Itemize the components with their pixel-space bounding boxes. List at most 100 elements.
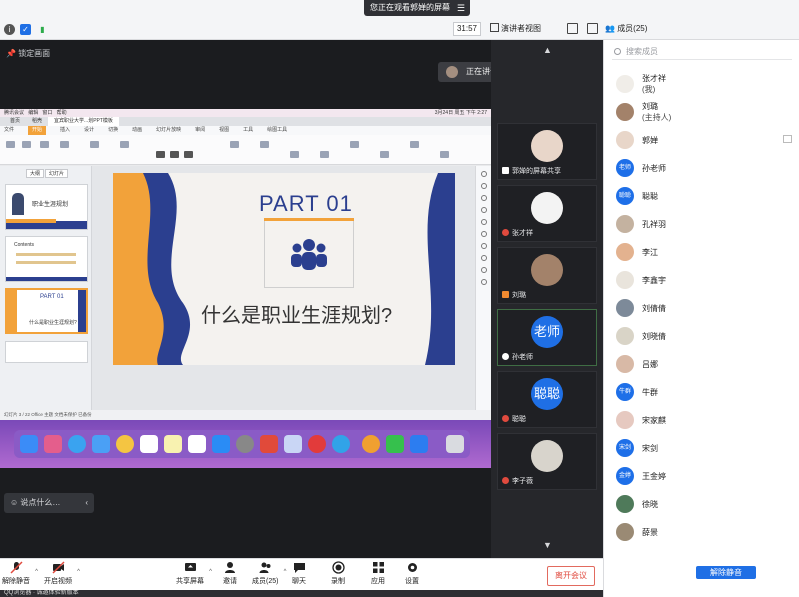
wps-status-bar: 幻灯片 3 / 22 Office 主题 文档未保护 已备份 <box>0 410 491 420</box>
avatar <box>531 130 563 162</box>
mac-menu-1: 编辑 <box>28 110 39 116</box>
member-row[interactable]: 宋剑 宋剑 <box>604 434 799 462</box>
member-name: 宋家麒 <box>642 416 666 425</box>
slide-thumb-1[interactable]: 职业生涯规划 <box>5 184 88 230</box>
lock-label: 锁定画面 <box>18 49 51 58</box>
video-tile[interactable]: 刘璐 <box>497 247 597 304</box>
emoji-icon[interactable]: ☺ <box>10 498 20 507</box>
members-button[interactable]: 成员(25) ^ <box>252 561 286 586</box>
scroll-up-icon[interactable]: ▲ <box>543 45 552 55</box>
shield-icon[interactable]: ✓ <box>20 24 31 35</box>
slide-thumb-3[interactable]: PART 01 什么是职业生涯规划? <box>5 288 88 334</box>
member-search-input[interactable]: 搜索成员 <box>612 44 792 60</box>
ribbon-tab-active: 开始 <box>28 126 47 135</box>
video-strip: ▲ 郭婵的屏幕共享 张才祥 刘璐 老师 孙老师 聪聪 聪聪 李子薇 ▼ <box>491 40 603 558</box>
tab-outline[interactable]: 大纲 <box>26 169 45 178</box>
chevron-up-icon[interactable]: ^ <box>284 569 287 575</box>
member-avatar: 老师 <box>616 159 634 177</box>
slide-thumb-4[interactable] <box>5 341 88 363</box>
member-name: 张才祥 <box>642 74 666 83</box>
video-tile[interactable]: 郭婵的屏幕共享 <box>497 123 597 180</box>
unmute-button[interactable]: 解除静音 <box>696 566 756 579</box>
leave-meeting-button[interactable]: 离开会议 <box>547 566 595 586</box>
tile-name: 郭婵的屏幕共享 <box>502 166 561 176</box>
info-icon[interactable]: i <box>4 24 15 35</box>
mail-icon[interactable] <box>92 435 110 453</box>
member-name: 徐晓 <box>642 500 658 509</box>
member-row[interactable]: 刘璐 (主持人) <box>604 98 799 126</box>
tab-slides[interactable]: 幻灯片 <box>45 169 69 178</box>
sidebar-toggle-icon[interactable] <box>587 23 598 34</box>
chat-placeholder: 说点什么… <box>20 498 61 507</box>
wps-icon[interactable] <box>260 435 278 453</box>
finder-icon[interactable] <box>20 435 38 453</box>
netease-music-icon[interactable] <box>308 435 326 453</box>
chevron-up-icon[interactable]: ^ <box>77 569 80 575</box>
safari-icon[interactable] <box>68 435 86 453</box>
notes-icon[interactable] <box>164 435 182 453</box>
start-video-button[interactable]: 开启视频 ^ <box>44 561 80 586</box>
member-name: 聪聪 <box>642 192 658 201</box>
video-tile[interactable]: 聪聪 聪聪 <box>497 371 597 428</box>
share-screen-button[interactable]: 共享屏幕 ^ <box>176 561 212 586</box>
chrome-icon[interactable] <box>362 435 380 453</box>
lock-screen-button[interactable]: 📌 锁定画面 <box>6 48 50 59</box>
photos-icon[interactable] <box>116 435 134 453</box>
member-row[interactable]: 李鑫宇 <box>604 266 799 294</box>
member-row[interactable]: 李江 <box>604 238 799 266</box>
apps-button[interactable]: 应用 <box>371 561 385 586</box>
member-row[interactable]: 徐晓 <box>604 490 799 518</box>
view-mode-label: 演讲者视图 <box>501 24 541 33</box>
chevron-up-icon[interactable]: ^ <box>35 569 38 575</box>
launchpad-icon[interactable] <box>44 435 62 453</box>
unmute-mic-button[interactable]: 解除静音 ^ <box>2 561 38 586</box>
qq-icon[interactable] <box>284 435 302 453</box>
member-row[interactable]: 刘倩倩 <box>604 294 799 322</box>
scroll-down-icon[interactable]: ▼ <box>543 540 552 550</box>
speaker-view-button[interactable]: 演讲者视图 <box>490 22 541 36</box>
wechat-icon[interactable] <box>386 435 404 453</box>
tile-name: 刘璐 <box>502 290 526 300</box>
member-row[interactable]: 薛景 <box>604 518 799 546</box>
settings-button[interactable]: 设置 <box>405 561 419 586</box>
member-avatar <box>616 243 634 261</box>
reminders-icon[interactable] <box>188 435 206 453</box>
chat-button[interactable]: 聊天 <box>292 561 306 586</box>
member-row[interactable]: 郭婵 <box>604 126 799 154</box>
invite-button[interactable]: 邀请 <box>223 561 237 586</box>
browser-icon[interactable] <box>332 435 350 453</box>
chat-input-bar[interactable]: ☺ 说点什么… ‹ <box>4 493 94 513</box>
search-placeholder: 搜索成员 <box>626 47 658 56</box>
member-row[interactable]: 宋家麒 <box>604 406 799 434</box>
member-avatar <box>616 327 634 345</box>
collapse-icon[interactable]: ‹ <box>85 493 88 513</box>
trash-icon[interactable] <box>446 435 464 453</box>
member-row[interactable]: 老师 孙老师 <box>604 154 799 182</box>
member-row[interactable]: 牛群 牛群 <box>604 378 799 406</box>
tencent-meeting-icon[interactable] <box>410 435 428 453</box>
member-avatar: 宋剑 <box>616 439 634 457</box>
members-header: 👥 成员(25) <box>605 24 648 33</box>
member-row[interactable]: 刘晓倩 <box>604 322 799 350</box>
member-row[interactable]: 吕娜 <box>604 350 799 378</box>
slide-thumb-2[interactable]: Contents <box>5 236 88 282</box>
member-row[interactable]: 孔祥羽 <box>604 210 799 238</box>
members-panel: 搜索成员 张才祥 (我) 刘璐 (主持人) 郭婵 老师 孙老师 聪聪 聪聪 孔祥羽 李江… <box>603 40 799 597</box>
settings-app-icon[interactable] <box>236 435 254 453</box>
chevron-up-icon[interactable]: ^ <box>209 569 212 575</box>
menu-icon[interactable]: ☰ <box>457 0 465 16</box>
record-button[interactable]: 录制 <box>331 561 345 586</box>
member-row[interactable]: 金婷 王金婷 <box>604 462 799 490</box>
video-tile[interactable]: 老师 孙老师 <box>497 309 597 366</box>
video-tile[interactable]: 张才祥 <box>497 185 597 242</box>
member-row[interactable]: 张才祥 (我) <box>604 70 799 98</box>
members-icon <box>259 562 271 573</box>
member-row[interactable]: 聪聪 聪聪 <box>604 182 799 210</box>
part-underline <box>264 218 354 221</box>
calendar-icon[interactable] <box>140 435 158 453</box>
video-tile[interactable]: 李子薇 <box>497 433 597 490</box>
app-store-icon[interactable] <box>212 435 230 453</box>
screen-share-banner[interactable]: 您正在观看郭婵的屏幕 ☰ <box>364 0 470 16</box>
signal-icon[interactable]: ▮ <box>37 24 48 35</box>
fullscreen-icon[interactable] <box>567 23 578 34</box>
